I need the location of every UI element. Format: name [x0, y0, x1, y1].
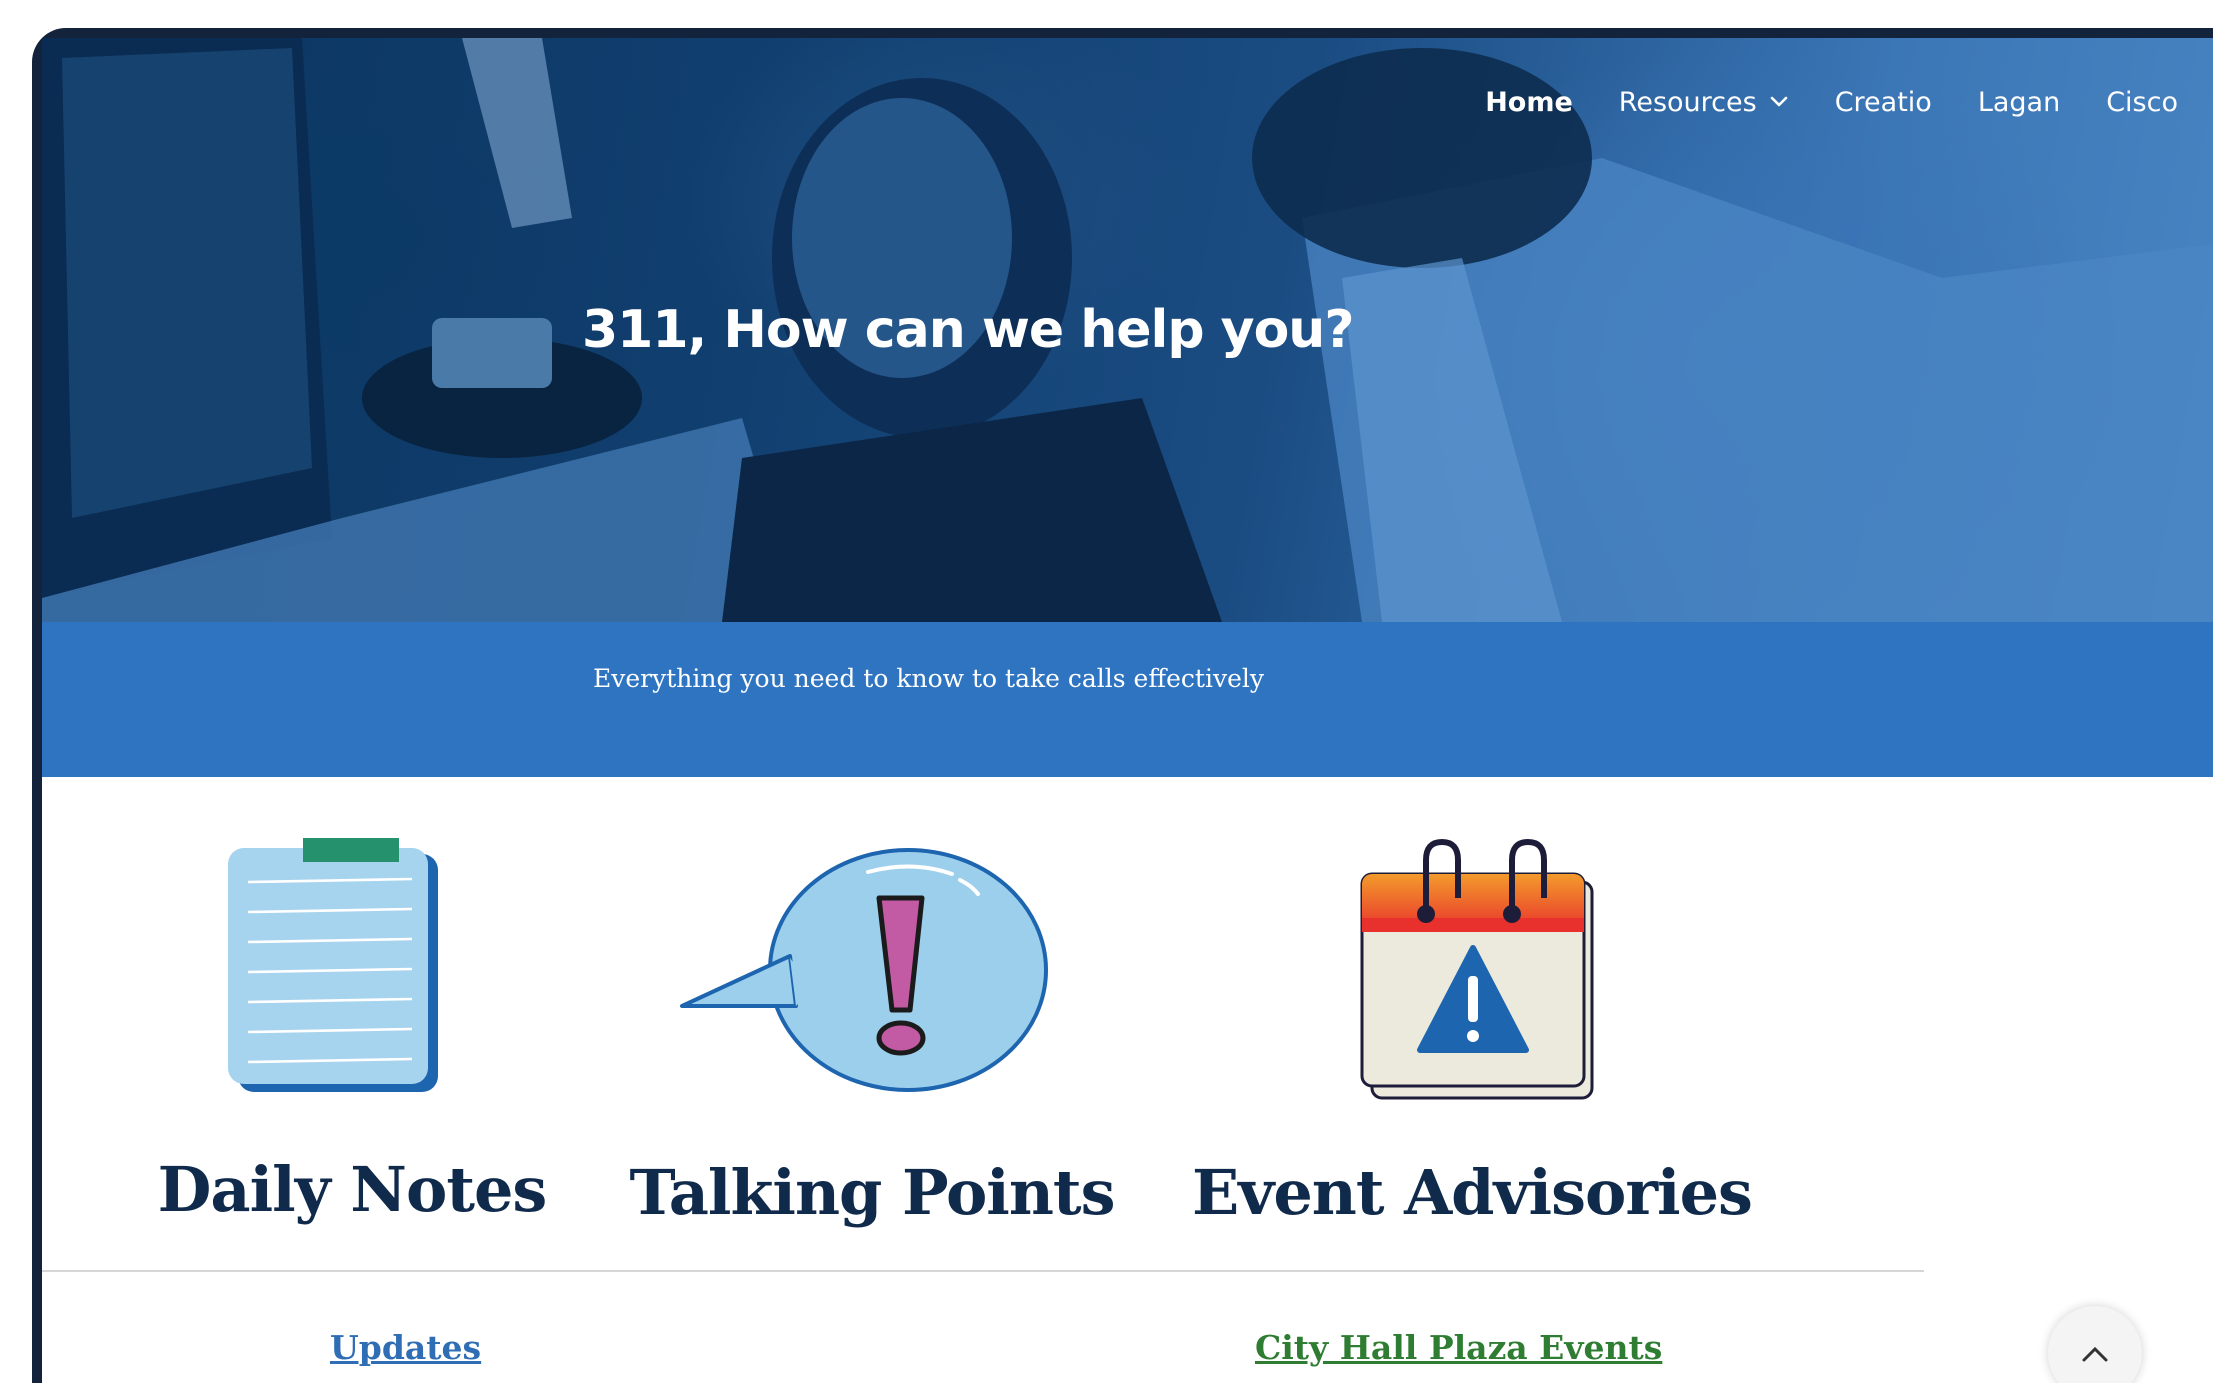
nav-label: Cisco [2106, 86, 2178, 118]
nav-label: Home [1485, 86, 1573, 118]
main-nav: Home Resources Creatio Lagan Cisco [1439, 72, 2213, 132]
hero-title: 311, How can we help you? [582, 300, 1354, 360]
nav-item-home[interactable]: Home [1485, 87, 1573, 118]
nav-item-cisco[interactable]: Cisco [2106, 87, 2178, 118]
tile-label: Daily Notes [157, 1153, 548, 1226]
notepad-icon [228, 838, 438, 1092]
chevron-down-icon [1770, 96, 1787, 107]
nav-item-resources[interactable]: Resources [1619, 87, 1789, 118]
browser-frame: 311, How can we help you? Home Resources… [32, 28, 2213, 1383]
hero-banner: 311, How can we help you? Home Resources… [42, 38, 2213, 622]
speech-bubble-exclamation-icon [680, 848, 1048, 1092]
nav-label: Resources [1618, 86, 1757, 118]
page: 311, How can we help you? Home Resources… [42, 38, 2213, 1383]
updates-link[interactable]: Updates [330, 1328, 481, 1367]
nav-item-creatio[interactable]: Creatio [1835, 87, 1932, 118]
nav-label: Lagan [1977, 86, 2061, 118]
tagline-text: Everything you need to know to take call… [593, 664, 1264, 693]
tagline-band: Everything you need to know to take call… [42, 622, 2213, 777]
tile-label: Event Advisories [1192, 1156, 1753, 1229]
tile-label: Talking Points [629, 1156, 1116, 1229]
scroll-to-top-button[interactable] [2048, 1306, 2142, 1383]
nav-item-lagan[interactable]: Lagan [1978, 87, 2060, 118]
calendar-warning-icon [1360, 838, 1594, 1100]
tile-event-advisories[interactable]: Event Advisories [1172, 838, 1772, 1238]
nav-label: Creatio [1834, 86, 1932, 118]
tile-talking-points[interactable]: Talking Points [612, 838, 1132, 1238]
city-hall-plaza-events-link[interactable]: City Hall Plaza Events [1255, 1328, 1662, 1367]
section-divider [42, 1270, 1924, 1272]
tile-daily-notes[interactable]: Daily Notes [142, 838, 562, 1238]
chevron-up-icon [2082, 1346, 2108, 1362]
